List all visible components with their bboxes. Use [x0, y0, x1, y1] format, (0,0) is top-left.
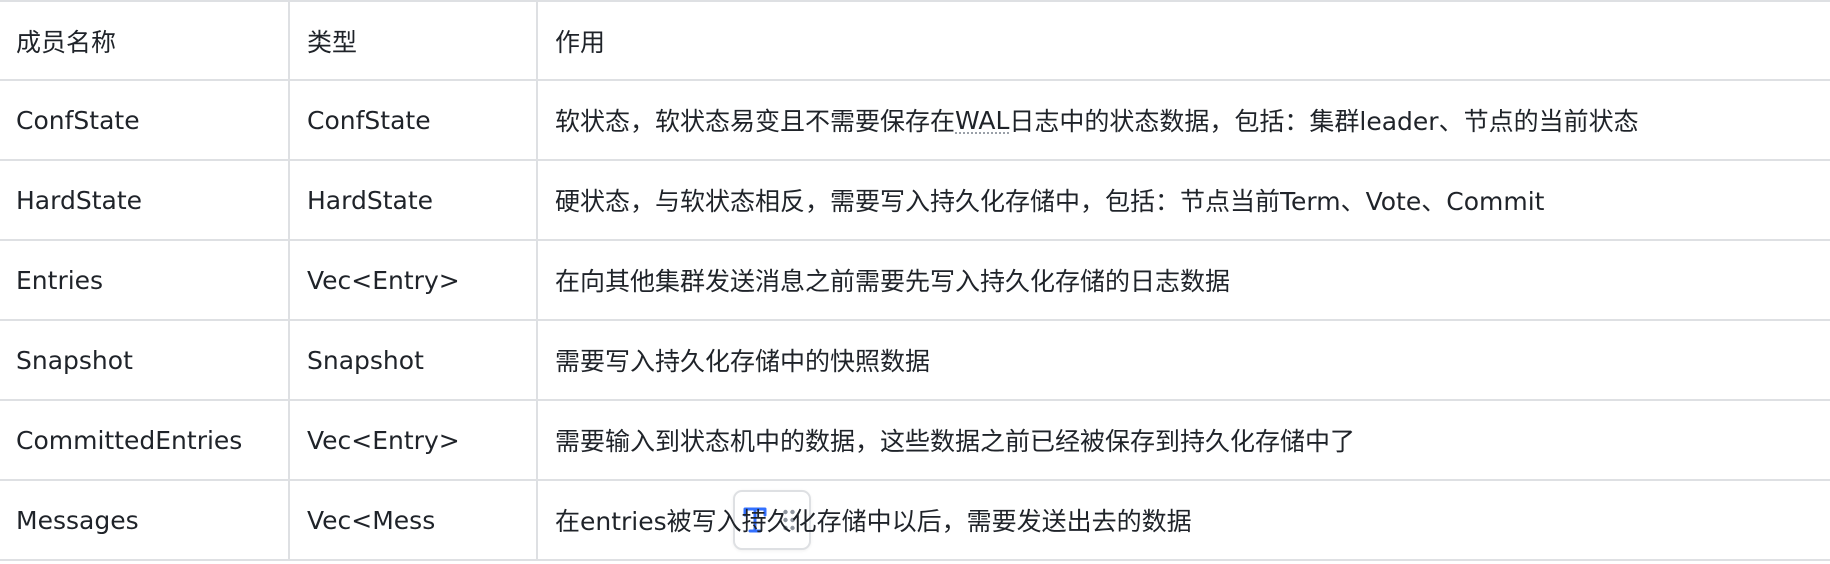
cell-member-purpose[interactable]: 在entries被写入持久化存储中以后，需要发送出去的数据 — [538, 481, 1830, 559]
purpose-text: 软状态，软状态易变且不需要保存在 — [555, 107, 956, 136]
header-cell-type[interactable]: 类型 — [290, 2, 538, 79]
table-row: Entries Vec<Entry> 在向其他集群发送消息之前需要先写入持久化存… — [0, 241, 1830, 321]
table-header-row: 成员名称 类型 作用 — [0, 2, 1830, 81]
cell-member-name[interactable]: ConfState — [0, 81, 290, 159]
cell-member-type[interactable]: Vec<Entry> — [290, 401, 538, 479]
cell-member-purpose[interactable]: 需要输入到状态机中的数据，这些数据之前已经被保存到持久化存储中了 — [538, 401, 1830, 479]
cell-member-type[interactable]: ConfState — [290, 81, 538, 159]
cell-member-name[interactable]: HardState — [0, 161, 290, 239]
cell-member-type[interactable]: Snapshot — [290, 321, 538, 399]
cell-member-purpose[interactable]: 在向其他集群发送消息之前需要先写入持久化存储的日志数据 — [538, 241, 1830, 319]
cell-member-type[interactable]: HardState — [290, 161, 538, 239]
cell-member-name[interactable]: Messages — [0, 481, 290, 559]
cell-type-text: Vec<Mess — [307, 505, 436, 535]
table-row: Snapshot Snapshot 需要写入持久化存储中的快照数据 — [0, 321, 1830, 401]
cell-member-name[interactable]: Snapshot — [0, 321, 290, 399]
cell-member-purpose[interactable]: 需要写入持久化存储中的快照数据 — [538, 321, 1830, 399]
table-row: ConfState ConfState 软状态，软状态易变且不需要保存在 WAL 日… — [0, 81, 1830, 161]
cell-member-purpose[interactable]: 软状态，软状态易变且不需要保存在 WAL 日志中的状态数据，包括：集群leader、… — [538, 81, 1830, 159]
cell-member-name[interactable]: CommittedEntries — [0, 401, 290, 479]
cell-member-type[interactable]: Vec<Entry> — [290, 241, 538, 319]
header-cell-purpose[interactable]: 作用 — [538, 2, 1830, 79]
cell-member-type[interactable]: Vec<Mess — [290, 481, 811, 559]
wal-term[interactable]: WAL — [955, 106, 1009, 135]
cell-member-purpose[interactable]: 硬状态，与软状态相反，需要写入持久化存储中，包括：节点当前Term、Vote、C… — [538, 161, 1830, 239]
cell-member-name[interactable]: Entries — [0, 241, 290, 319]
table-row: Messages Vec<Mess 在entries被写入持久化存储中以后，需要… — [0, 481, 1830, 561]
table-row: CommittedEntries Vec<Entry> 需要输入到状态机中的数据… — [0, 401, 1830, 481]
header-cell-name[interactable]: 成员名称 — [0, 2, 290, 79]
purpose-text: 日志中的状态数据，包括：集群leader、节点的当前状态 — [1009, 107, 1639, 136]
table-row: HardState HardState 硬状态，与软状态相反，需要写入持久化存储… — [0, 161, 1830, 241]
member-table: 成员名称 类型 作用 ConfState ConfState 软状态，软状态易变… — [0, 0, 1830, 561]
